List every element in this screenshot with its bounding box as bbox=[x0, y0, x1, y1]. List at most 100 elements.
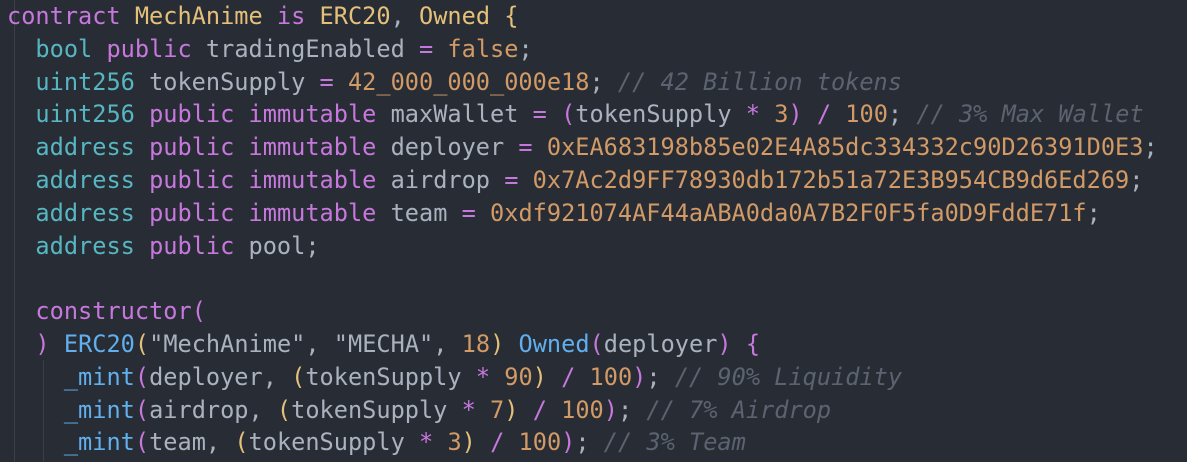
code-token: / bbox=[490, 428, 505, 457]
code-token: ) bbox=[561, 428, 576, 457]
code-token: false bbox=[447, 34, 519, 63]
code-token: ) bbox=[717, 329, 732, 358]
code-token: tokenSupply bbox=[291, 395, 462, 424]
code-line[interactable]: constructor( bbox=[7, 295, 1158, 328]
code-token: pool; bbox=[234, 231, 320, 260]
code-token: 0x7Ac2d9FF78930db172b51a72E3B954CB9d6Ed2… bbox=[532, 165, 1130, 194]
code-token: Owned bbox=[518, 329, 590, 358]
code-token: tradingEnabled bbox=[191, 34, 419, 63]
code-token: ( bbox=[134, 362, 150, 391]
code-token: * bbox=[461, 395, 476, 424]
code-token: ; bbox=[518, 34, 533, 63]
code-line[interactable]: bool public tradingEnabled = false; bbox=[7, 33, 1158, 66]
code-token: / bbox=[532, 395, 547, 424]
code-token: tokenSupply bbox=[305, 362, 476, 391]
code-token: tokenSupply bbox=[575, 100, 746, 129]
code-token: ( bbox=[276, 395, 292, 424]
code-token: ( bbox=[561, 100, 576, 129]
code-token: // 3% Team bbox=[603, 428, 746, 457]
code-token: "MECHA" bbox=[333, 329, 434, 358]
code-token: 100 bbox=[518, 428, 562, 457]
code-token: ; bbox=[1086, 198, 1101, 227]
code-token: = bbox=[532, 100, 547, 129]
code-token: deployer, bbox=[149, 362, 292, 391]
code-line[interactable]: address public immutable airdrop = 0x7Ac… bbox=[7, 164, 1158, 197]
code-line[interactable]: contract MechAnime is ERC20, Owned { bbox=[7, 0, 1158, 33]
code-token: deployer bbox=[376, 133, 519, 162]
code-line[interactable]: address public pool; bbox=[7, 230, 1158, 263]
code-token: _mint bbox=[63, 395, 135, 424]
code-token: ) bbox=[490, 329, 505, 358]
code-token: * bbox=[475, 362, 491, 391]
code-line[interactable]: uint256 tokenSupply = 42_000_000_000e18;… bbox=[7, 66, 1158, 99]
code-line[interactable]: address public immutable deployer = 0xEA… bbox=[7, 131, 1157, 164]
code-token: 7 bbox=[490, 395, 505, 424]
code-line[interactable]: _mint(team, (tokenSupply * 3) / 100); //… bbox=[7, 426, 1158, 459]
code-token: ) bbox=[603, 395, 618, 424]
code-token: // 7% Airdrop bbox=[646, 395, 832, 424]
code-token: address bbox=[35, 133, 135, 162]
code-token: { bbox=[745, 329, 761, 358]
code-token: public bbox=[149, 165, 235, 194]
code-token: 100 bbox=[561, 395, 604, 424]
code-token: 0xdf921074AF44aABA0da0A7B2F0F5fa0D9FddE7… bbox=[490, 198, 1087, 227]
code-token: immutable bbox=[248, 133, 377, 162]
code-token: immutable bbox=[248, 198, 377, 227]
code-token: = bbox=[518, 133, 533, 162]
code-token: uint256 bbox=[35, 100, 135, 129]
code-token: ( bbox=[234, 428, 249, 457]
code-token: = bbox=[418, 34, 434, 63]
code-token: ; bbox=[646, 362, 675, 391]
code-token: _mint bbox=[63, 362, 135, 391]
code-token: ) bbox=[461, 428, 476, 457]
code-token: ( bbox=[134, 395, 150, 424]
code-line[interactable]: uint256 public immutable maxWallet = (to… bbox=[7, 98, 1158, 131]
code-line[interactable]: _mint(airdrop, (tokenSupply * 7) / 100);… bbox=[7, 394, 1158, 427]
code-token: ; bbox=[1129, 165, 1144, 194]
code-editor[interactable]: contract MechAnime is ERC20, Owned { boo… bbox=[0, 0, 1187, 462]
code-line[interactable]: ​ bbox=[7, 262, 1158, 295]
code-content[interactable]: contract MechAnime is ERC20, Owned { boo… bbox=[7, 0, 1158, 459]
code-token: , bbox=[390, 2, 419, 30]
code-token: team bbox=[376, 198, 462, 227]
code-token: 18 bbox=[461, 329, 491, 358]
code-token: ( bbox=[134, 329, 150, 358]
code-token: / bbox=[561, 362, 576, 391]
code-line[interactable]: ) ERC20("MechAnime", "MECHA", 18) Owned(… bbox=[7, 328, 1158, 361]
code-token: MechAnime bbox=[134, 2, 263, 30]
code-line[interactable]: _mint(deployer, (tokenSupply * 90) / 100… bbox=[7, 361, 1158, 394]
code-token: public bbox=[149, 133, 235, 162]
code-line[interactable]: address public immutable team = 0xdf9210… bbox=[7, 197, 1158, 230]
code-token: ; bbox=[575, 428, 604, 457]
code-token: tokenSupply bbox=[248, 428, 419, 457]
code-token: ; bbox=[617, 395, 647, 424]
code-token: ) bbox=[632, 362, 647, 391]
code-token: , bbox=[433, 329, 462, 358]
code-token: public bbox=[149, 231, 235, 260]
